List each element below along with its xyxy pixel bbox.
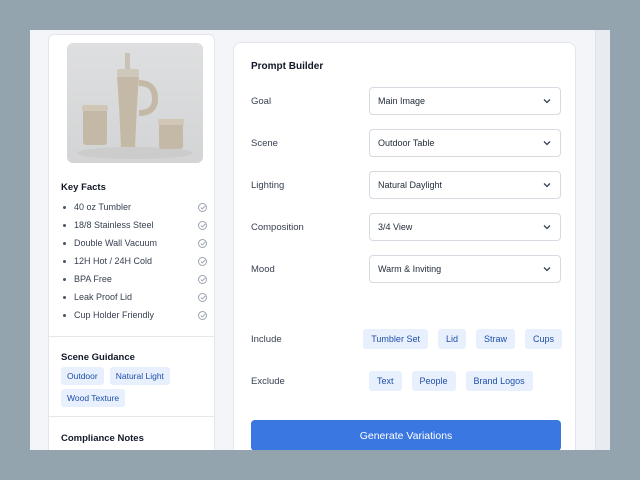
tumbler-product-icon [77, 53, 193, 159]
bullet-icon [63, 241, 66, 245]
scrollbar-track[interactable] [595, 30, 610, 450]
mood-row: Mood Warm & Inviting [251, 255, 562, 283]
exclude-tag-text[interactable]: Text [369, 371, 402, 391]
key-facts-title: Key Facts [61, 182, 106, 193]
lighting-select[interactable]: Natural Daylight [369, 171, 561, 199]
exclude-tags: Text People Brand Logos [369, 371, 533, 391]
tag-outdoor: Outdoor [61, 367, 104, 385]
prompt-builder-panel: Prompt Builder Goal Main Image Scene Out… [233, 42, 576, 450]
exclude-tag-people[interactable]: People [411, 371, 456, 391]
check-circle-icon [198, 274, 207, 284]
fact-label: 40 oz Tumbler [74, 202, 132, 212]
prompt-builder-title: Prompt Builder [251, 61, 324, 72]
include-tag-straw[interactable]: Straw [475, 329, 515, 349]
chevron-down-icon [543, 183, 551, 188]
goal-label: Goal [251, 95, 272, 107]
divider [49, 336, 214, 337]
include-tag-cups[interactable]: Cups [524, 329, 562, 349]
bullet-icon [63, 205, 66, 209]
check-circle-icon [198, 202, 207, 212]
check-circle-icon [198, 310, 207, 320]
key-facts-list: 40 oz Tumbler 18/8 Stainless Steel Doubl… [61, 198, 207, 324]
tag-wood-texture: Wood Texture [61, 389, 126, 407]
scene-guidance-tags: Outdoor Natural Light Wood Texture [61, 367, 211, 407]
bullet-icon [63, 313, 66, 317]
exclude-row: Exclude Text People Brand Logos [251, 367, 562, 395]
lighting-label: Lighting [251, 179, 285, 191]
compliance-notes-title: Compliance Notes [61, 433, 144, 444]
scene-row: Scene Outdoor Table [251, 129, 562, 157]
fact-label: Leak Proof Lid [74, 292, 133, 302]
exclude-label: Exclude [251, 375, 285, 387]
scene-select[interactable]: Outdoor Table [369, 129, 561, 157]
bullet-icon [63, 277, 66, 281]
scene-guidance-title: Scene Guidance [61, 352, 135, 363]
list-item: BPA Free [61, 270, 207, 288]
product-image [67, 43, 203, 163]
check-circle-icon [198, 256, 207, 266]
fact-label: 12H Hot / 24H Cold [74, 256, 153, 266]
include-tag-lid[interactable]: Lid [437, 329, 466, 349]
tag-natural-light: Natural Light [109, 367, 170, 385]
chevron-down-icon [543, 141, 551, 146]
fact-label: Double Wall Vacuum [74, 238, 158, 248]
goal-select[interactable]: Main Image [369, 87, 561, 115]
divider [49, 416, 214, 417]
bullet-icon [63, 223, 66, 227]
list-item: Double Wall Vacuum [61, 234, 207, 252]
list-item: 18/8 Stainless Steel [61, 216, 207, 234]
fact-label: 18/8 Stainless Steel [74, 220, 154, 230]
list-item: Cup Holder Friendly [61, 306, 207, 324]
lighting-value: Natural Daylight [378, 180, 443, 190]
include-tag-tumbler-set[interactable]: Tumbler Set [363, 329, 428, 349]
list-item: 12H Hot / 24H Cold [61, 252, 207, 270]
bullet-icon [63, 259, 66, 263]
include-row: Include Tumbler Set Lid Straw Cups [251, 325, 562, 353]
fact-label: Cup Holder Friendly [74, 310, 155, 320]
app-window: Key Facts 40 oz Tumbler 18/8 Stainless S… [30, 30, 610, 450]
include-label: Include [251, 333, 282, 345]
goal-value: Main Image [378, 96, 426, 106]
composition-label: Composition [251, 221, 304, 233]
chevron-down-icon [543, 99, 551, 104]
chevron-down-icon [543, 267, 551, 272]
mood-label: Mood [251, 263, 275, 275]
scene-value: Outdoor Table [378, 138, 435, 148]
scene-label: Scene [251, 137, 278, 149]
check-circle-icon [198, 292, 207, 302]
goal-row: Goal Main Image [251, 87, 562, 115]
composition-select[interactable]: 3/4 View [369, 213, 561, 241]
composition-value: 3/4 View [378, 222, 413, 232]
list-item: 40 oz Tumbler [61, 198, 207, 216]
check-circle-icon [198, 220, 207, 230]
generate-variations-button[interactable]: Generate Variations [251, 420, 561, 450]
fact-label: BPA Free [74, 274, 112, 284]
mood-select[interactable]: Warm & Inviting [369, 255, 561, 283]
composition-row: Composition 3/4 View [251, 213, 562, 241]
product-info-panel: Key Facts 40 oz Tumbler 18/8 Stainless S… [48, 34, 215, 450]
lighting-row: Lighting Natural Daylight [251, 171, 562, 199]
exclude-tag-brand-logos[interactable]: Brand Logos [465, 371, 533, 391]
list-item: Leak Proof Lid [61, 288, 207, 306]
mood-value: Warm & Inviting [378, 264, 442, 274]
check-circle-icon [198, 238, 207, 248]
chevron-down-icon [543, 225, 551, 230]
bullet-icon [63, 295, 66, 299]
include-tags: Tumbler Set Lid Straw Cups [363, 329, 562, 349]
